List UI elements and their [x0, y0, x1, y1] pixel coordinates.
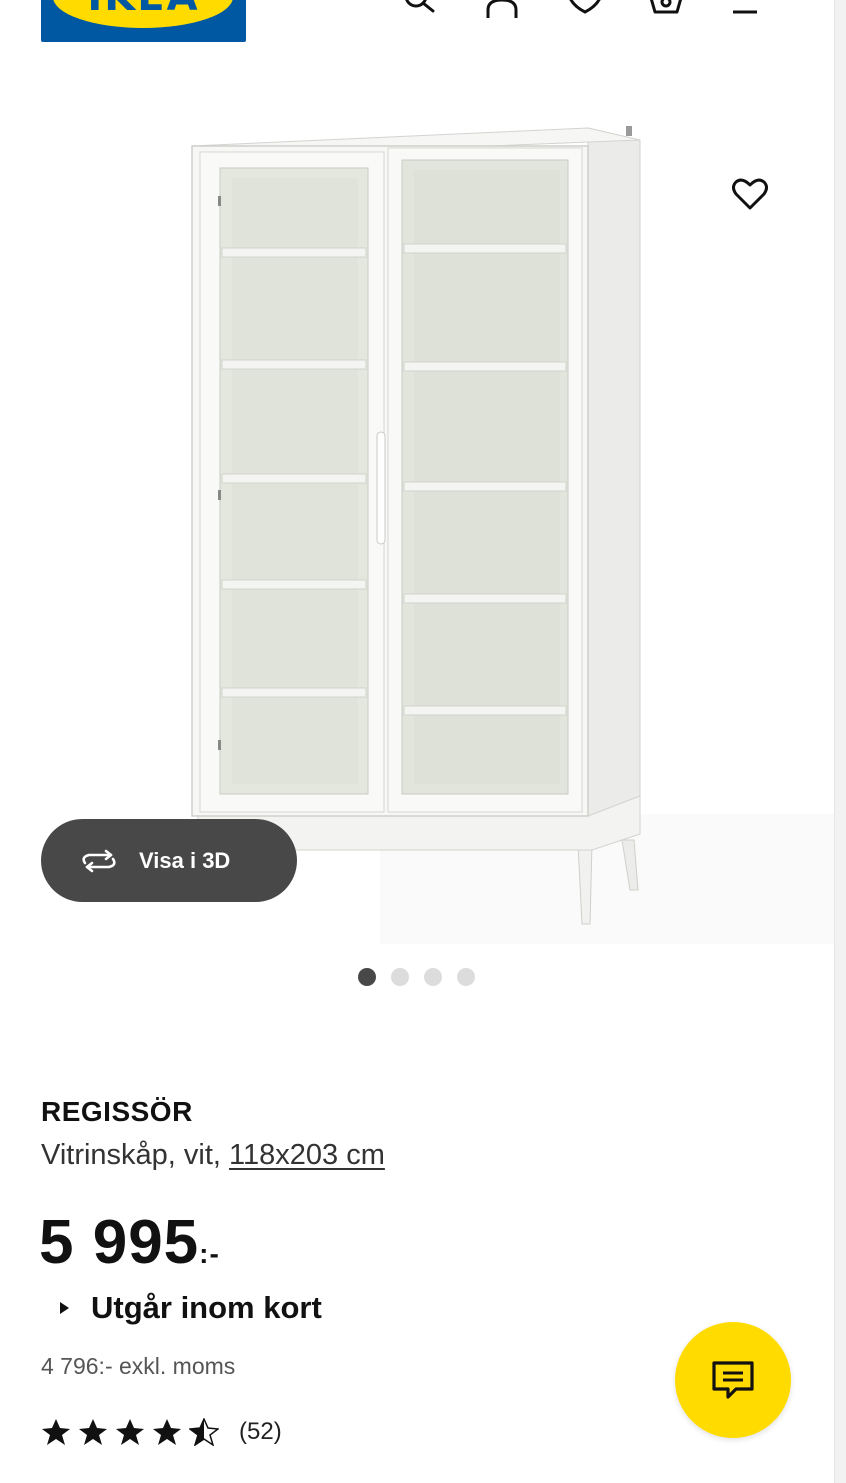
rating-stars [41, 1418, 219, 1446]
view-in-3d-button[interactable]: Visa i 3D [41, 819, 297, 902]
product-name: REGISSÖR [41, 1096, 193, 1127]
chat-icon [712, 1361, 754, 1399]
price-amount: 5 995 [39, 1208, 200, 1277]
star-full-icon [79, 1419, 107, 1445]
view-in-3d-label: Visa i 3D [139, 847, 231, 873]
carousel-dot[interactable] [457, 968, 475, 986]
image-carousel-indicator [358, 968, 475, 986]
logo-text: IKEA [41, 0, 246, 20]
top-header: IKEA [0, 0, 834, 44]
availability-label: Utgår inom kort [91, 1290, 322, 1325]
product-rating[interactable]: (52) [41, 1418, 282, 1446]
ikea-logo[interactable]: IKEA [41, 0, 246, 42]
availability-status[interactable]: Utgår inom kort [60, 1290, 322, 1326]
expand-triangle-icon [60, 1302, 69, 1314]
product-description: Vitrinskåp, vit, 118x203 cm [41, 1139, 385, 1172]
profile-icon[interactable] [482, 0, 522, 22]
menu-icon[interactable] [725, 0, 765, 22]
product-type: Vitrinskåp, vit, [41, 1139, 230, 1171]
star-full-icon [42, 1419, 70, 1445]
star-half-icon [189, 1418, 219, 1446]
heart-icon[interactable] [565, 0, 605, 22]
scrollbar[interactable] [834, 0, 846, 1483]
price-excl-vat: 4 796:- exkl. moms [41, 1353, 236, 1379]
carousel-dot[interactable] [424, 968, 442, 986]
price-suffix: :- [199, 1238, 220, 1269]
chat-button[interactable] [675, 1322, 791, 1438]
cart-icon[interactable] [645, 0, 685, 22]
star-full-icon [116, 1419, 144, 1445]
rating-count: (52) [239, 1418, 282, 1445]
add-to-wishlist-icon[interactable] [728, 172, 772, 216]
rotate-3d-icon [82, 849, 116, 872]
product-size-link[interactable]: 118x203 cm [229, 1139, 385, 1171]
search-icon[interactable] [400, 0, 440, 22]
carousel-dot[interactable] [391, 968, 409, 986]
star-full-icon [153, 1419, 181, 1445]
product-price: 5 995:- [39, 1207, 220, 1278]
carousel-dot[interactable] [358, 968, 376, 986]
